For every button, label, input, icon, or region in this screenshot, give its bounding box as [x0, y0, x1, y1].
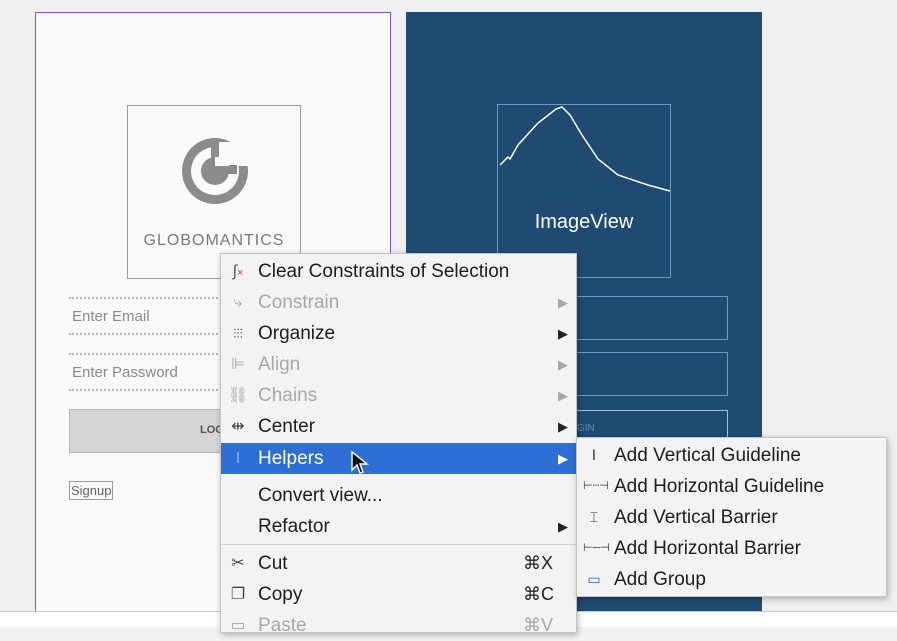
blueprint-email-field[interactable]: [576, 296, 728, 340]
signup-button[interactable]: Signup: [69, 481, 114, 500]
menu-item-cut[interactable]: ✂ Cut ⌘X: [221, 548, 576, 579]
copy-icon: ❐: [230, 586, 246, 603]
horizontal-guideline-icon: ⊢┈⊣: [583, 480, 609, 492]
organize-icon: ⫶⫶⫶: [233, 326, 243, 341]
align-icon: ⊫: [231, 356, 245, 373]
chains-icon: ⛓: [227, 387, 249, 404]
menu-item-copy[interactable]: ❐ Copy ⌘C: [221, 579, 576, 610]
constrain-icon: ⤷: [233, 294, 243, 311]
submenu-item-add-horizontal-barrier[interactable]: ⊢─⊣ Add Horizontal Barrier: [577, 533, 886, 564]
menu-item-organize[interactable]: ⫶⫶⫶ Organize ▶: [221, 318, 576, 349]
submenu-item-label: Add Vertical Guideline: [614, 445, 801, 466]
menu-separator: [221, 544, 576, 545]
helpers-submenu: Ⅰ Add Vertical Guideline ⊢┈⊣ Add Horizon…: [576, 437, 887, 597]
menu-item-label: Constrain: [258, 292, 340, 313]
menu-item-constrain[interactable]: ⤷ Constrain ▶: [221, 287, 576, 318]
menu-item-refactor[interactable]: Refactor ▶: [221, 511, 576, 542]
copy-shortcut: ⌘C: [523, 584, 554, 604]
menu-item-label: Clear Constraints of Selection: [258, 261, 510, 282]
menu-item-label: Organize: [258, 323, 336, 344]
menu-item-label: Helpers: [258, 448, 324, 469]
menu-item-label: Align: [258, 354, 301, 375]
password-placeholder: Enter Password: [72, 364, 178, 381]
blueprint-password-field[interactable]: [576, 352, 728, 396]
globomantics-logo-icon: [182, 138, 249, 204]
menu-item-chains[interactable]: ⛓ Chains ▶: [221, 380, 576, 411]
menu-item-label: Center: [258, 416, 316, 437]
menu-item-label: Refactor: [258, 516, 330, 537]
cut-shortcut: ⌘X: [523, 553, 554, 573]
horizontal-barrier-icon: ⊢─⊣: [583, 542, 610, 554]
submenu-arrow-icon: ▶: [558, 388, 568, 403]
center-icon: ⇹: [231, 418, 245, 435]
clear-constraints-icon: ∫×: [232, 263, 244, 280]
scissors-icon: ✂: [231, 555, 245, 572]
menu-item-label: Paste: [258, 615, 307, 636]
email-placeholder: Enter Email: [72, 308, 150, 325]
submenu-arrow-icon: ▶: [558, 519, 568, 534]
menu-item-convert-view[interactable]: Convert view...: [221, 480, 576, 511]
submenu-item-add-group[interactable]: ▭ Add Group: [577, 564, 886, 595]
logo-text: GLOBOMANTICS: [143, 232, 285, 249]
menu-item-label: Cut: [258, 553, 288, 574]
blueprint-login-label: GIN: [577, 423, 595, 434]
helpers-icon: I: [235, 450, 241, 467]
paste-icon: ▭: [230, 617, 246, 634]
submenu-item-label: Add Horizontal Barrier: [614, 538, 801, 559]
menu-item-label: Chains: [258, 385, 318, 406]
image-placeholder-icon: [499, 106, 670, 192]
submenu-item-label: Add Horizontal Guideline: [614, 476, 825, 497]
submenu-item-add-vertical-barrier[interactable]: ⌶ Add Vertical Barrier: [577, 502, 886, 533]
submenu-arrow-icon: ▶: [558, 326, 568, 341]
menu-item-clear-constraints[interactable]: ∫× Clear Constraints of Selection: [221, 256, 576, 287]
menu-item-label: Copy: [258, 584, 303, 605]
submenu-item-add-vertical-guideline[interactable]: Ⅰ Add Vertical Guideline: [577, 440, 886, 471]
submenu-item-label: Add Group: [614, 569, 706, 590]
group-icon: ▭: [587, 571, 601, 587]
submenu-item-add-horizontal-guideline[interactable]: ⊢┈⊣ Add Horizontal Guideline: [577, 471, 886, 502]
blueprint-imageview[interactable]: ImageView: [497, 104, 671, 278]
context-menu: ∫× Clear Constraints of Selection ⤷ Cons…: [220, 253, 577, 636]
menu-item-helpers[interactable]: I Helpers ▶: [221, 443, 576, 474]
menu-item-align[interactable]: ⊫ Align ▶: [221, 349, 576, 380]
submenu-item-label: Add Vertical Barrier: [614, 507, 778, 528]
submenu-arrow-icon: ▶: [558, 451, 568, 466]
menu-item-label: Convert view...: [258, 485, 383, 506]
mouse-cursor-icon: [351, 450, 369, 474]
menu-item-center[interactable]: ⇹ Center ▶: [221, 411, 576, 442]
submenu-arrow-icon: ▶: [558, 357, 568, 372]
imageview-label: ImageView: [534, 211, 634, 233]
submenu-arrow-icon: ▶: [558, 419, 568, 434]
vertical-guideline-icon: Ⅰ: [591, 447, 597, 463]
vertical-barrier-icon: ⌶: [589, 509, 599, 525]
submenu-arrow-icon: ▶: [558, 295, 568, 310]
